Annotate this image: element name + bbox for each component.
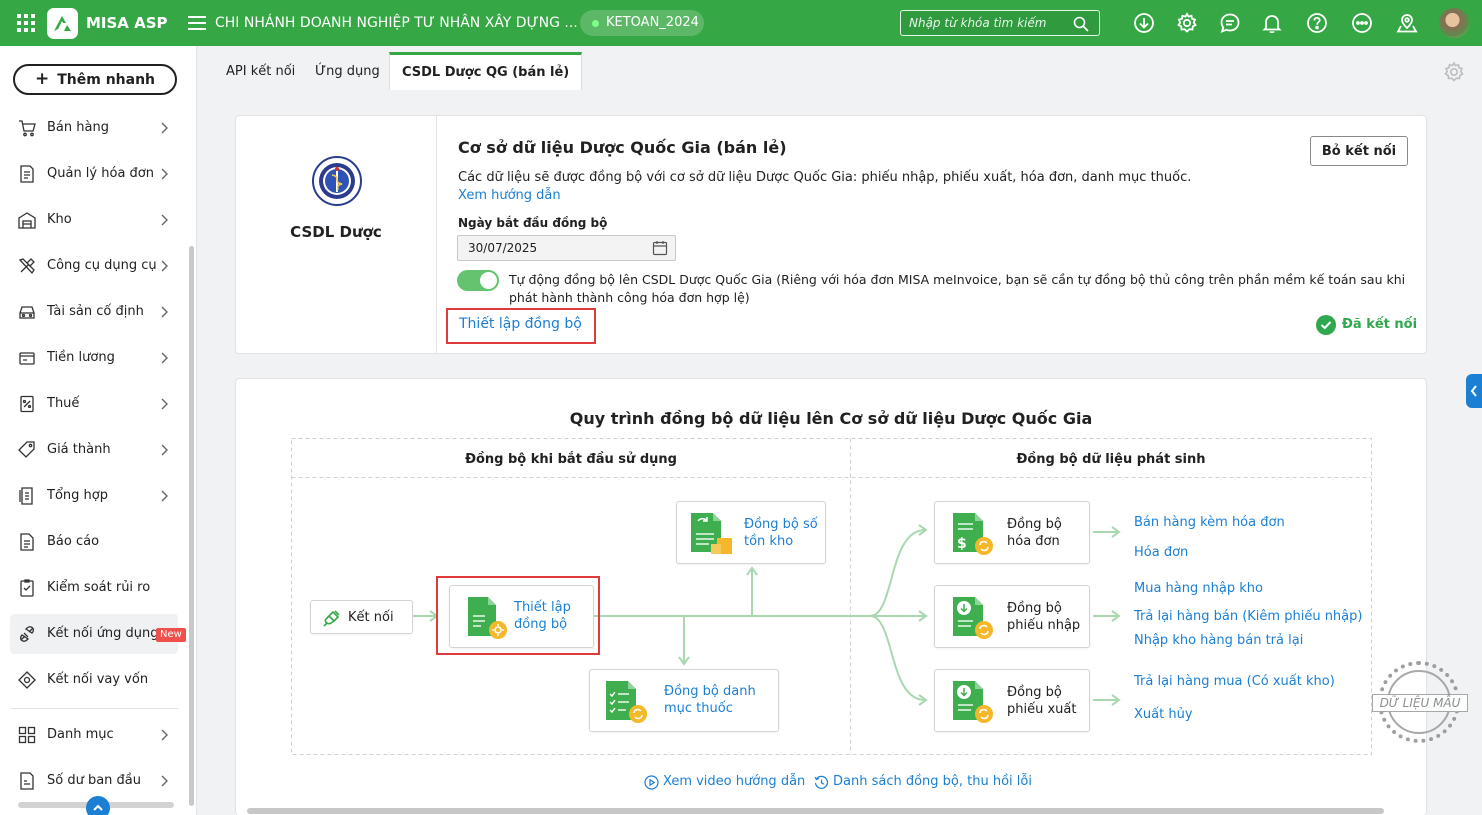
sample-data-stamp: DỮ LIỆU MẪU	[1372, 661, 1468, 743]
sample-data-stamp-text: DỮ LIỆU MẪU	[1379, 696, 1461, 710]
sync-import-node[interactable]: Đồng bộ phiếu nhập	[934, 585, 1090, 648]
link-invoice[interactable]: Hóa đơn	[1134, 545, 1188, 560]
sync-invoice-node[interactable]: $ Đồng bộ hóa đơn	[934, 501, 1090, 564]
link-write-off[interactable]: Xuất hủy	[1134, 707, 1193, 722]
import-sheet-icon	[951, 596, 995, 640]
export-node-line2: phiếu xuất	[1007, 702, 1077, 717]
import-node-line1: Đồng bộ	[1007, 601, 1062, 616]
col-left-header: Đồng bộ khi bắt đầu sử dụng	[465, 452, 677, 467]
link-purchase-return[interactable]: Trả lại hàng mua (Có xuất kho)	[1134, 674, 1335, 689]
stock-node-line1: Đồng bộ số	[744, 517, 818, 532]
stock-node-line2: tồn kho	[744, 534, 794, 549]
connect-node[interactable]: Kết nối	[310, 600, 413, 634]
history-icon	[814, 775, 829, 790]
link-purchase-import[interactable]: Mua hàng nhập kho	[1134, 581, 1263, 596]
invoice-node-line2: hóa đơn	[1007, 534, 1060, 549]
setup-sheet-icon	[466, 596, 508, 640]
setup-node-line2: đồng bộ	[514, 617, 568, 632]
sync-export-node[interactable]: Đồng bộ phiếu xuất	[934, 669, 1090, 732]
play-icon	[644, 775, 659, 790]
export-node-line1: Đồng bộ	[1007, 685, 1062, 700]
link-sales-return[interactable]: Trả lại hàng bán (Kiêm phiếu nhập)	[1134, 609, 1362, 624]
invoice-node-line1: Đồng bộ	[1007, 517, 1062, 532]
import-node-line2: phiếu nhập	[1007, 618, 1081, 633]
setup-node-line1: Thiết lập	[514, 600, 571, 615]
svg-text:$: $	[957, 536, 967, 552]
setup-sync-node[interactable]: Thiết lập đồng bộ	[449, 585, 594, 648]
side-panel-toggle[interactable]	[1466, 374, 1482, 408]
catalog-node-line2: mục thuốc	[664, 701, 733, 716]
flow-card-scrollbar[interactable]	[247, 808, 1384, 814]
catalog-node-line1: Đồng bộ danh	[664, 684, 756, 699]
link-sales-with-invoice[interactable]: Bán hàng kèm hóa đơn	[1134, 515, 1285, 530]
export-sheet-icon	[951, 680, 995, 724]
col-right-header: Đồng bộ dữ liệu phát sinh	[1016, 452, 1206, 467]
stock-sheet-icon	[689, 512, 735, 556]
sync-stock-node[interactable]: Đồng bộ số tồn kho	[676, 501, 826, 564]
link-return-import[interactable]: Nhập kho hàng bán trả lại	[1134, 633, 1303, 648]
video-guide-label: Xem video hướng dẫn	[663, 774, 806, 789]
plug-icon	[323, 609, 341, 627]
connect-node-label: Kết nối	[348, 610, 394, 625]
sync-catalog-node[interactable]: Đồng bộ danh mục thuốc	[589, 669, 779, 732]
invoice-sheet-icon: $	[951, 512, 995, 556]
sync-error-list-label: Danh sách đồng bộ, thu hồi lỗi	[833, 774, 1032, 789]
catalog-sheet-icon	[604, 680, 648, 724]
